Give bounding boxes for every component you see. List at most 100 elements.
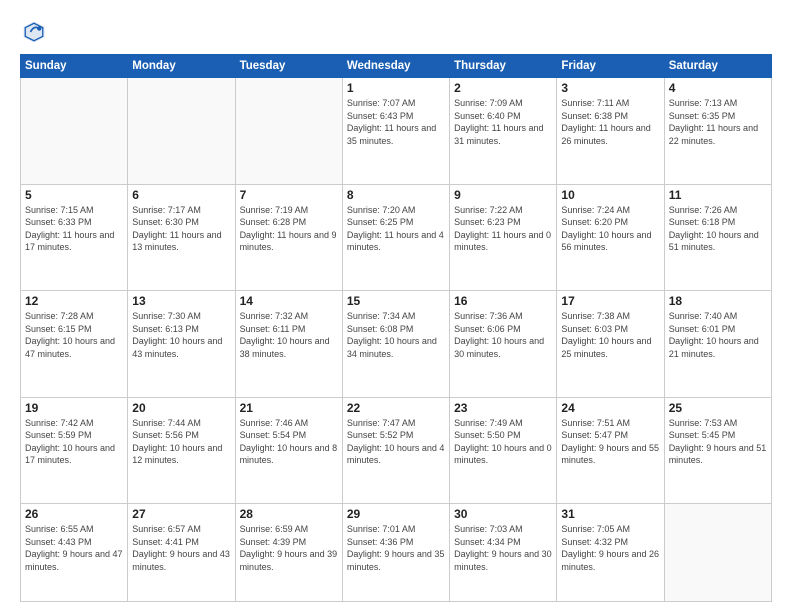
calendar-cell: 1 Sunrise: 7:07 AM Sunset: 6:43 PM Daylig… <box>342 78 449 185</box>
calendar-cell: 24 Sunrise: 7:51 AM Sunset: 5:47 PM Dayli… <box>557 397 664 504</box>
day-info: Sunrise: 7:03 AM Sunset: 4:34 PM Dayligh… <box>454 523 552 573</box>
day-number: 9 <box>454 188 552 202</box>
day-info: Sunrise: 7:17 AM Sunset: 6:30 PM Dayligh… <box>132 204 230 254</box>
day-number: 27 <box>132 507 230 521</box>
calendar-cell: 21 Sunrise: 7:46 AM Sunset: 5:54 PM Dayli… <box>235 397 342 504</box>
day-number: 25 <box>669 401 767 415</box>
day-number: 31 <box>561 507 659 521</box>
day-info: Sunrise: 7:44 AM Sunset: 5:56 PM Dayligh… <box>132 417 230 467</box>
calendar-week-row: 19 Sunrise: 7:42 AM Sunset: 5:59 PM Dayli… <box>21 397 772 504</box>
logo <box>20 18 52 46</box>
day-info: Sunrise: 7:38 AM Sunset: 6:03 PM Dayligh… <box>561 310 659 360</box>
day-number: 2 <box>454 81 552 95</box>
calendar-week-row: 1 Sunrise: 7:07 AM Sunset: 6:43 PM Daylig… <box>21 78 772 185</box>
calendar-cell: 5Sunrise: 7:15 AM Sunset: 6:33 PM Daylig… <box>21 184 128 291</box>
calendar-cell: 25 Sunrise: 7:53 AM Sunset: 5:45 PM Dayli… <box>664 397 771 504</box>
calendar-cell: 19 Sunrise: 7:42 AM Sunset: 5:59 PM Dayli… <box>21 397 128 504</box>
calendar-cell: 2 Sunrise: 7:09 AM Sunset: 6:40 PM Daylig… <box>450 78 557 185</box>
calendar-week-row: 12 Sunrise: 7:28 AM Sunset: 6:15 PM Dayli… <box>21 291 772 398</box>
calendar-cell: 20 Sunrise: 7:44 AM Sunset: 5:56 PM Dayli… <box>128 397 235 504</box>
day-number: 21 <box>240 401 338 415</box>
calendar-cell: 28 Sunrise: 6:59 AM Sunset: 4:39 PM Dayli… <box>235 504 342 602</box>
col-monday: Monday <box>128 55 235 78</box>
day-info: Sunrise: 7:26 AM Sunset: 6:18 PM Dayligh… <box>669 204 767 254</box>
day-info: Sunrise: 7:46 AM Sunset: 5:54 PM Dayligh… <box>240 417 338 467</box>
day-info: Sunrise: 7:32 AM Sunset: 6:11 PM Dayligh… <box>240 310 338 360</box>
day-info: Sunrise: 7:13 AM Sunset: 6:35 PM Dayligh… <box>669 97 767 147</box>
day-info: Sunrise: 7:09 AM Sunset: 6:40 PM Dayligh… <box>454 97 552 147</box>
calendar-cell: 30 Sunrise: 7:03 AM Sunset: 4:34 PM Dayli… <box>450 504 557 602</box>
day-number: 7 <box>240 188 338 202</box>
day-number: 20 <box>132 401 230 415</box>
day-info: Sunrise: 7:34 AM Sunset: 6:08 PM Dayligh… <box>347 310 445 360</box>
calendar-body: 1 Sunrise: 7:07 AM Sunset: 6:43 PM Daylig… <box>21 78 772 602</box>
calendar-cell: 3Sunrise: 7:11 AM Sunset: 6:38 PM Daylig… <box>557 78 664 185</box>
calendar-cell <box>128 78 235 185</box>
day-info: Sunrise: 7:53 AM Sunset: 5:45 PM Dayligh… <box>669 417 767 467</box>
day-info: Sunrise: 7:24 AM Sunset: 6:20 PM Dayligh… <box>561 204 659 254</box>
day-number: 13 <box>132 294 230 308</box>
day-number: 3 <box>561 81 659 95</box>
day-number: 22 <box>347 401 445 415</box>
day-number: 19 <box>25 401 123 415</box>
day-number: 29 <box>347 507 445 521</box>
calendar-header-row: Sunday Monday Tuesday Wednesday Thursday… <box>21 55 772 78</box>
day-info: Sunrise: 6:55 AM Sunset: 4:43 PM Dayligh… <box>25 523 123 573</box>
day-info: Sunrise: 7:36 AM Sunset: 6:06 PM Dayligh… <box>454 310 552 360</box>
day-info: Sunrise: 7:40 AM Sunset: 6:01 PM Dayligh… <box>669 310 767 360</box>
day-info: Sunrise: 6:59 AM Sunset: 4:39 PM Dayligh… <box>240 523 338 573</box>
col-thursday: Thursday <box>450 55 557 78</box>
day-info: Sunrise: 7:15 AM Sunset: 6:33 PM Dayligh… <box>25 204 123 254</box>
day-number: 17 <box>561 294 659 308</box>
day-number: 30 <box>454 507 552 521</box>
col-tuesday: Tuesday <box>235 55 342 78</box>
day-number: 8 <box>347 188 445 202</box>
calendar-cell: 11Sunrise: 7:26 AM Sunset: 6:18 PM Dayli… <box>664 184 771 291</box>
calendar-week-row: 5Sunrise: 7:15 AM Sunset: 6:33 PM Daylig… <box>21 184 772 291</box>
calendar-cell: 6 Sunrise: 7:17 AM Sunset: 6:30 PM Daylig… <box>128 184 235 291</box>
calendar-cell: 17 Sunrise: 7:38 AM Sunset: 6:03 PM Dayli… <box>557 291 664 398</box>
calendar-cell: 8 Sunrise: 7:20 AM Sunset: 6:25 PM Daylig… <box>342 184 449 291</box>
calendar-cell <box>235 78 342 185</box>
day-number: 12 <box>25 294 123 308</box>
calendar-cell: 7 Sunrise: 7:19 AM Sunset: 6:28 PM Daylig… <box>235 184 342 291</box>
day-number: 10 <box>561 188 659 202</box>
day-info: Sunrise: 7:47 AM Sunset: 5:52 PM Dayligh… <box>347 417 445 467</box>
day-number: 6 <box>132 188 230 202</box>
day-number: 14 <box>240 294 338 308</box>
day-number: 24 <box>561 401 659 415</box>
calendar-cell: 13Sunrise: 7:30 AM Sunset: 6:13 PM Dayli… <box>128 291 235 398</box>
logo-icon <box>20 18 48 46</box>
col-friday: Friday <box>557 55 664 78</box>
day-number: 15 <box>347 294 445 308</box>
calendar-cell: 4Sunrise: 7:13 AM Sunset: 6:35 PM Daylig… <box>664 78 771 185</box>
day-number: 26 <box>25 507 123 521</box>
day-number: 28 <box>240 507 338 521</box>
day-info: Sunrise: 7:22 AM Sunset: 6:23 PM Dayligh… <box>454 204 552 254</box>
calendar-week-row: 26 Sunrise: 6:55 AM Sunset: 4:43 PM Dayli… <box>21 504 772 602</box>
day-info: Sunrise: 7:07 AM Sunset: 6:43 PM Dayligh… <box>347 97 445 147</box>
page: Sunday Monday Tuesday Wednesday Thursday… <box>0 0 792 612</box>
day-number: 18 <box>669 294 767 308</box>
calendar-cell: 29 Sunrise: 7:01 AM Sunset: 4:36 PM Dayli… <box>342 504 449 602</box>
day-info: Sunrise: 7:20 AM Sunset: 6:25 PM Dayligh… <box>347 204 445 254</box>
calendar-cell <box>664 504 771 602</box>
day-info: Sunrise: 7:19 AM Sunset: 6:28 PM Dayligh… <box>240 204 338 254</box>
header <box>20 18 772 46</box>
col-saturday: Saturday <box>664 55 771 78</box>
calendar-cell <box>21 78 128 185</box>
day-info: Sunrise: 7:05 AM Sunset: 4:32 PM Dayligh… <box>561 523 659 573</box>
calendar-cell: 12 Sunrise: 7:28 AM Sunset: 6:15 PM Dayli… <box>21 291 128 398</box>
calendar-cell: 16Sunrise: 7:36 AM Sunset: 6:06 PM Dayli… <box>450 291 557 398</box>
day-info: Sunrise: 7:28 AM Sunset: 6:15 PM Dayligh… <box>25 310 123 360</box>
day-number: 1 <box>347 81 445 95</box>
calendar-cell: 31 Sunrise: 7:05 AM Sunset: 4:32 PM Dayli… <box>557 504 664 602</box>
calendar-cell: 14 Sunrise: 7:32 AM Sunset: 6:11 PM Dayli… <box>235 291 342 398</box>
day-info: Sunrise: 7:42 AM Sunset: 5:59 PM Dayligh… <box>25 417 123 467</box>
col-wednesday: Wednesday <box>342 55 449 78</box>
calendar-cell: 26 Sunrise: 6:55 AM Sunset: 4:43 PM Dayli… <box>21 504 128 602</box>
col-sunday: Sunday <box>21 55 128 78</box>
calendar-cell: 18 Sunrise: 7:40 AM Sunset: 6:01 PM Dayli… <box>664 291 771 398</box>
day-info: Sunrise: 7:01 AM Sunset: 4:36 PM Dayligh… <box>347 523 445 573</box>
day-info: Sunrise: 7:51 AM Sunset: 5:47 PM Dayligh… <box>561 417 659 467</box>
